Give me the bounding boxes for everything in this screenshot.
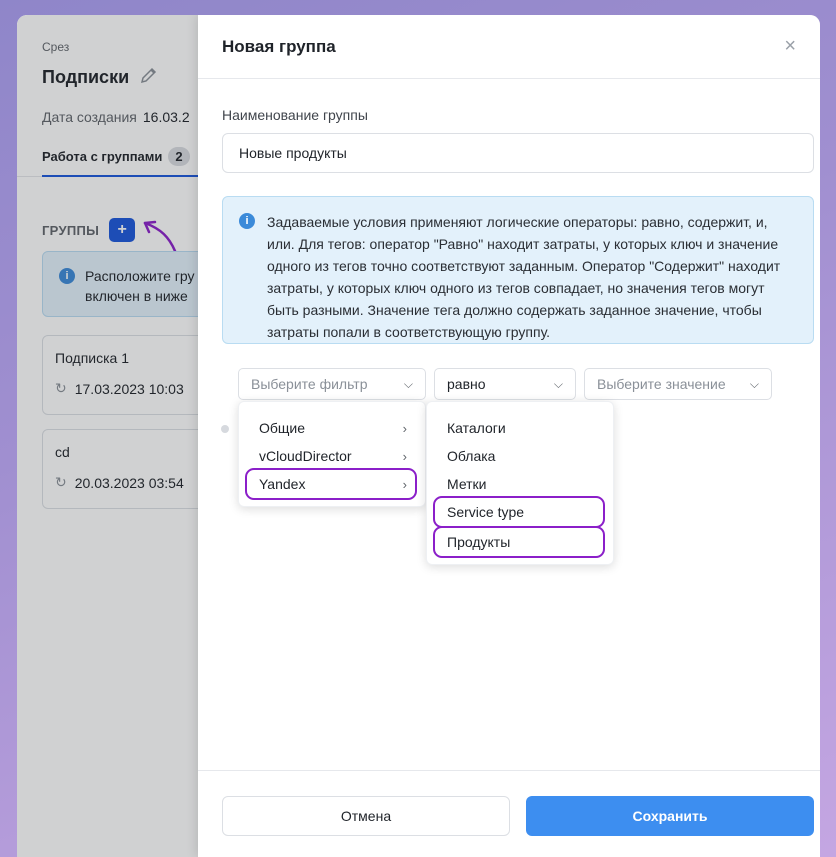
chevron-down-icon: ⌵	[749, 376, 759, 391]
submenu-item-clouds[interactable]: Облака	[435, 442, 603, 470]
conditions-info-banner: i Задаваемые условия применяют логически…	[222, 196, 814, 344]
chevron-right-icon: ›	[402, 420, 407, 436]
operator-select-value: равно	[447, 376, 486, 392]
save-button[interactable]: Сохранить	[526, 796, 814, 836]
menu-item-yandex[interactable]: Yandex ›	[245, 468, 417, 500]
chevron-right-icon: ›	[402, 448, 407, 464]
chevron-down-icon: ⌵	[403, 376, 413, 391]
window: Срез Подписки Дата создания 16.03.2 Работ…	[17, 15, 820, 857]
submenu-item-label: Service type	[447, 504, 525, 520]
filter-select-placeholder: Выберите фильтр	[251, 376, 368, 392]
submenu-item-label: Каталоги	[447, 420, 506, 436]
filter-dropdown: Общие › vCloudDirector › Yandex ›	[238, 401, 426, 507]
modal-title: Новая группа	[222, 36, 336, 56]
new-group-modal: Новая группа × Наименование группы Новые…	[198, 15, 820, 857]
modal-footer: Отмена Сохранить	[198, 770, 820, 857]
conditions-info-text: Задаваемые условия применяют логические …	[267, 214, 781, 340]
chevron-down-icon: ⌵	[553, 376, 563, 391]
group-name-label: Наименование группы	[222, 107, 368, 123]
info-icon: i	[239, 213, 255, 229]
submenu-item-service-type[interactable]: Service type	[433, 496, 605, 528]
menu-item-vclouddirector[interactable]: vCloudDirector ›	[247, 442, 415, 470]
yandex-submenu: Каталоги Облака Метки Service type Проду…	[426, 401, 614, 565]
menu-item-label: vCloudDirector	[259, 448, 352, 464]
menu-item-general[interactable]: Общие ›	[247, 414, 415, 442]
group-name-input[interactable]: Новые продукты	[222, 133, 814, 173]
operator-select[interactable]: равно ⌵	[434, 368, 576, 400]
value-select[interactable]: Выберите значение ⌵	[584, 368, 772, 400]
filter-select[interactable]: Выберите фильтр ⌵	[238, 368, 426, 400]
menu-item-label: Yandex	[259, 476, 306, 492]
submenu-item-catalogs[interactable]: Каталоги	[435, 414, 603, 442]
submenu-item-label: Метки	[447, 476, 487, 492]
cancel-button[interactable]: Отмена	[222, 796, 510, 836]
condition-bullet	[221, 425, 229, 433]
chevron-right-icon: ›	[402, 476, 407, 492]
menu-item-label: Общие	[259, 420, 306, 436]
submenu-item-labels[interactable]: Метки	[435, 470, 603, 498]
submenu-item-products[interactable]: Продукты	[433, 526, 605, 558]
modal-header: Новая группа ×	[198, 15, 820, 79]
value-select-placeholder: Выберите значение	[597, 376, 726, 392]
submenu-item-label: Продукты	[447, 534, 511, 550]
submenu-item-label: Облака	[447, 448, 496, 464]
close-icon[interactable]: ×	[784, 35, 796, 58]
